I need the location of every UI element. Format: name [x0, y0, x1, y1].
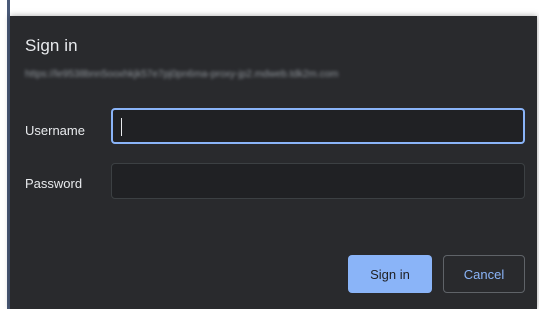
cancel-button[interactable]: Cancel	[443, 255, 525, 293]
username-input[interactable]	[111, 108, 525, 144]
sign-in-dialog: Sign in https://le9538bnn5ooxhkjk57e7pj0…	[10, 16, 537, 309]
password-label: Password	[25, 176, 83, 191]
text-caret	[121, 118, 122, 136]
sign-in-button[interactable]: Sign in	[348, 255, 432, 293]
site-url: https://le9538bnn5ooxhkjk57e7pj0pn6ma-pr…	[25, 69, 339, 80]
dialog-title: Sign in	[25, 36, 78, 55]
page-background: Sign in https://le9538bnn5ooxhkjk57e7pj0…	[0, 0, 539, 309]
username-label: Username	[25, 123, 85, 138]
password-input[interactable]	[111, 163, 525, 199]
